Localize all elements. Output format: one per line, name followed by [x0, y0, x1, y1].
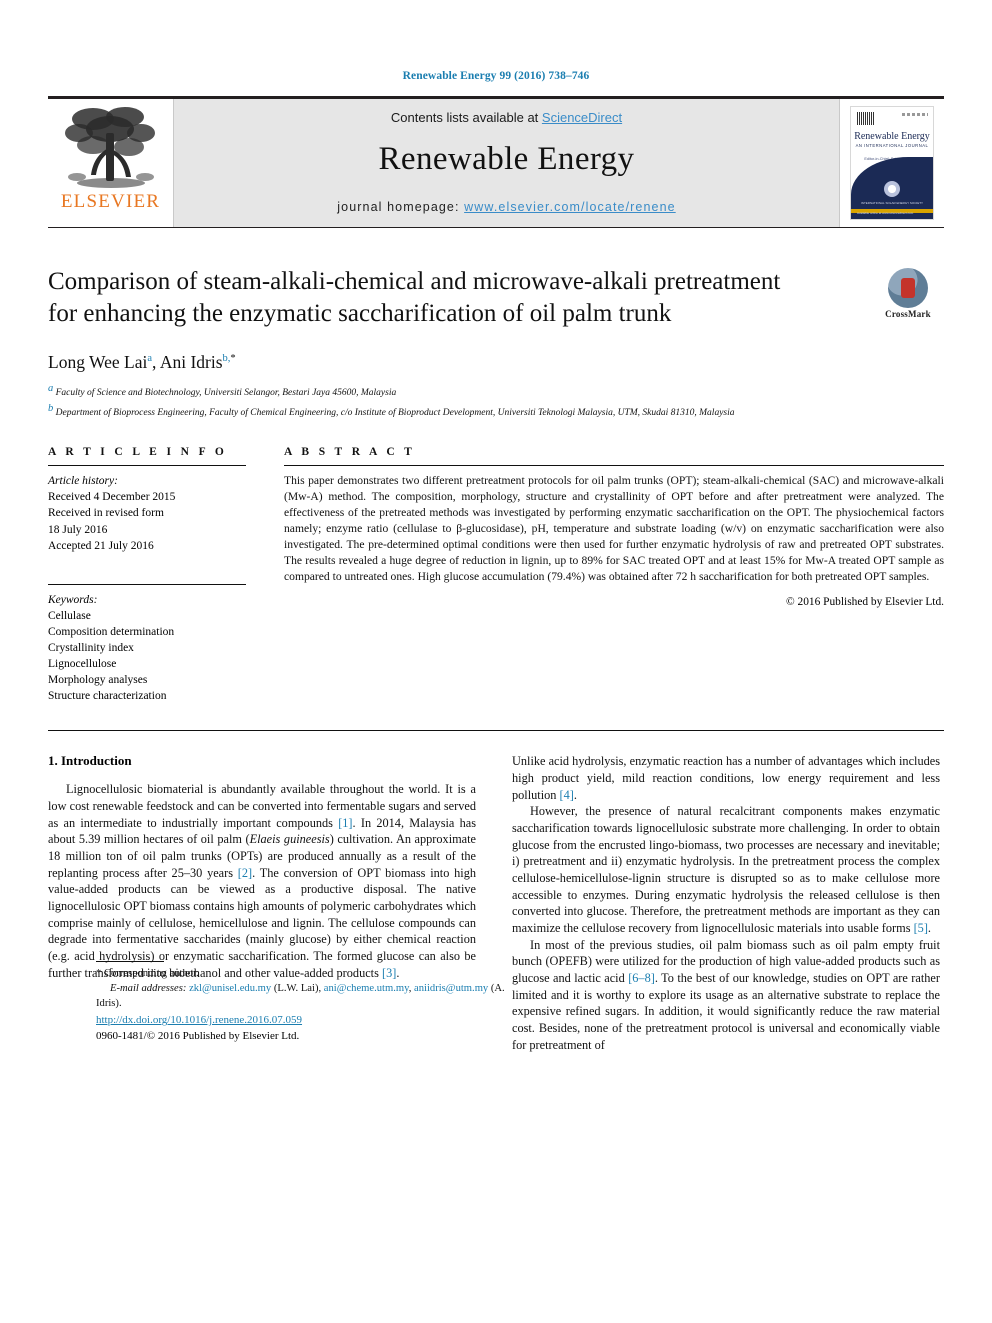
- article-info-heading: A R T I C L E I N F O: [48, 446, 228, 459]
- article-history: Article history: Received 4 December 201…: [48, 473, 246, 553]
- body-column-left: 1. Introduction Lignocellulosic biomater…: [48, 753, 505, 1053]
- homepage-prefix: journal homepage:: [337, 200, 465, 214]
- keyword-item: Morphology analyses: [48, 674, 148, 687]
- author-name-1: Long Wee Lai: [48, 352, 148, 372]
- keyword-item: Structure characterization: [48, 690, 167, 703]
- affiliation-b: b Department of Bioprocess Engineering, …: [48, 402, 938, 421]
- history-item: Received 4 December 2015: [48, 491, 176, 504]
- article-history-label: Article history:: [48, 475, 118, 488]
- crossmark-label: CrossMark: [885, 309, 931, 319]
- footnote-corresponding-text: Corresponding author.: [101, 968, 199, 980]
- corresponding-author-footnote: * Corresponding author. E-mail addresses…: [96, 961, 524, 1011]
- journal-masthead: ELSEVIER Contents lists available at Sci…: [48, 96, 944, 228]
- email-addresses-label: E-mail addresses:: [110, 983, 187, 995]
- email-link-1[interactable]: zkl@unisel.edu.my: [189, 983, 271, 994]
- sciencedirect-link[interactable]: ScienceDirect: [542, 110, 622, 125]
- affiliation-a-marker: a: [48, 383, 54, 394]
- keywords-list: Keywords: Cellulase Composition determin…: [48, 592, 246, 705]
- elsevier-wordmark: ELSEVIER: [60, 191, 161, 212]
- elsevier-tree-icon: [64, 107, 155, 188]
- abstract-heading: A B S T R A C T: [284, 446, 416, 459]
- section-heading-introduction: 1. Introduction: [48, 753, 132, 769]
- paper-page: Renewable Energy 99 (2016) 738–746 ELSEV…: [0, 0, 992, 1323]
- footnote-email-line: E-mail addresses: zkl@unisel.edu.my (L.W…: [96, 981, 524, 1011]
- cover-subtitle: AN INTERNATIONAL JOURNAL: [855, 143, 929, 148]
- affiliation-a: a Faculty of Science and Biotechnology, …: [48, 382, 938, 401]
- issn-copyright-line: 0960-1481/© 2016 Published by Elsevier L…: [96, 1030, 300, 1043]
- contents-prefix: Contents lists available at: [390, 110, 542, 125]
- affiliation-b-text: Department of Bioprocess Engineering, Fa…: [55, 407, 735, 418]
- masthead-right: Renewable Energy AN INTERNATIONAL JOURNA…: [839, 99, 944, 227]
- cover-seal-text: INTERNATIONAL SOLAR ENERGY SOCIETY: [860, 201, 924, 205]
- title-block: CrossMark Comparison of steam-alkali-che…: [48, 266, 944, 420]
- article-info-column: A R T I C L E I N F O Article history: R…: [48, 446, 246, 704]
- affiliation-a-text: Faculty of Science and Biotechnology, Un…: [55, 388, 397, 399]
- doi-block: http://dx.doi.org/10.1016/j.renene.2016.…: [96, 1013, 536, 1045]
- citation-ref-6-8[interactable]: [6–8]: [628, 971, 655, 985]
- cover-title: Renewable Energy: [854, 131, 930, 142]
- society-seal-icon: [884, 181, 900, 197]
- email-1-owner: (L.W. Lai),: [271, 983, 324, 995]
- info-abstract-block: A R T I C L E I N F O Article history: R…: [48, 446, 944, 704]
- paragraph-right-3: In most of the previous studies, oil pal…: [512, 937, 940, 1054]
- article-info-rule: [48, 465, 246, 467]
- paragraph-right-1: Unlike acid hydrolysis, enzymatic reacti…: [512, 753, 940, 803]
- email-link-2[interactable]: ani@cheme.utm.my: [324, 983, 409, 994]
- abstract-column: A B S T R A C T This paper demonstrates …: [284, 446, 944, 704]
- citation-ref-2[interactable]: [2]: [238, 866, 252, 880]
- abstract-copyright: © 2016 Published by Elsevier Ltd.: [786, 596, 944, 609]
- paragraph-left-1: Lignocellulosic biomaterial is abundantl…: [48, 781, 476, 981]
- footnote-rule: [96, 961, 164, 963]
- species-name: Elaeis guineesis: [249, 832, 330, 847]
- author-name-2: Ani Idris: [159, 352, 223, 372]
- r2-pre: However, the presence of natural recalci…: [512, 804, 940, 935]
- email-link-3[interactable]: aniidris@utm.my: [414, 983, 488, 994]
- body-column-right: Unlike acid hydrolysis, enzymatic reacti…: [512, 753, 940, 1053]
- barcode-icon: [857, 112, 874, 125]
- citation-ref-4[interactable]: [4]: [559, 788, 573, 802]
- cover-footer-text: Available online at www.sciencedirect.co…: [857, 210, 914, 215]
- journal-title: Renewable Energy: [378, 141, 635, 177]
- keyword-item: Composition determination: [48, 625, 175, 638]
- r2-post: .: [927, 920, 931, 935]
- abstract-rule: [284, 465, 944, 467]
- cover-topline: [902, 113, 928, 116]
- author-list: Long Wee Laia, Ani Idrisb,*: [48, 352, 236, 372]
- journal-homepage-link[interactable]: www.elsevier.com/locate/renene: [464, 200, 676, 214]
- doi-link[interactable]: http://dx.doi.org/10.1016/j.renene.2016.…: [96, 1014, 302, 1026]
- history-item: Received in revised form: [48, 507, 164, 520]
- keyword-item: Cellulase: [48, 609, 91, 622]
- footnote-corresponding-line: * Corresponding author.: [96, 966, 524, 981]
- author-1-affiliation-marker: a: [147, 353, 153, 365]
- body-separator-rule: [48, 730, 944, 732]
- publisher-logo: ELSEVIER: [48, 99, 174, 227]
- running-head: Renewable Energy 99 (2016) 738–746: [402, 70, 590, 82]
- body-columns: 1. Introduction Lignocellulosic biomater…: [48, 753, 944, 1053]
- history-item: 18 July 2016: [48, 523, 108, 536]
- keyword-item: Crystallinity index: [48, 642, 134, 655]
- affiliation-b-marker: b: [48, 402, 54, 414]
- abstract-text: This paper demonstrates two different pr…: [284, 474, 944, 584]
- masthead-center: Contents lists available at ScienceDirec…: [174, 99, 839, 227]
- corresponding-author-marker: *: [230, 353, 236, 365]
- keywords-label: Keywords:: [48, 593, 98, 606]
- crossmark-badge[interactable]: CrossMark: [872, 268, 944, 319]
- paragraph-right-2: However, the presence of natural recalci…: [512, 803, 940, 936]
- citation-ref-1[interactable]: [1]: [338, 816, 352, 830]
- journal-homepage-line: journal homepage: www.elsevier.com/locat…: [337, 200, 675, 214]
- history-item: Accepted 21 July 2016: [48, 539, 154, 552]
- keywords-rule: [48, 583, 246, 585]
- r1-post: .: [573, 787, 577, 802]
- page-title: Comparison of steam-alkali-chemical and …: [48, 268, 781, 327]
- crossmark-icon: [888, 268, 928, 308]
- contents-available-line: Contents lists available at ScienceDirec…: [391, 110, 622, 125]
- journal-cover-thumbnail: Renewable Energy AN INTERNATIONAL JOURNA…: [850, 106, 934, 220]
- keyword-item: Lignocellulose: [48, 658, 117, 671]
- citation-ref-5[interactable]: [5]: [914, 921, 928, 935]
